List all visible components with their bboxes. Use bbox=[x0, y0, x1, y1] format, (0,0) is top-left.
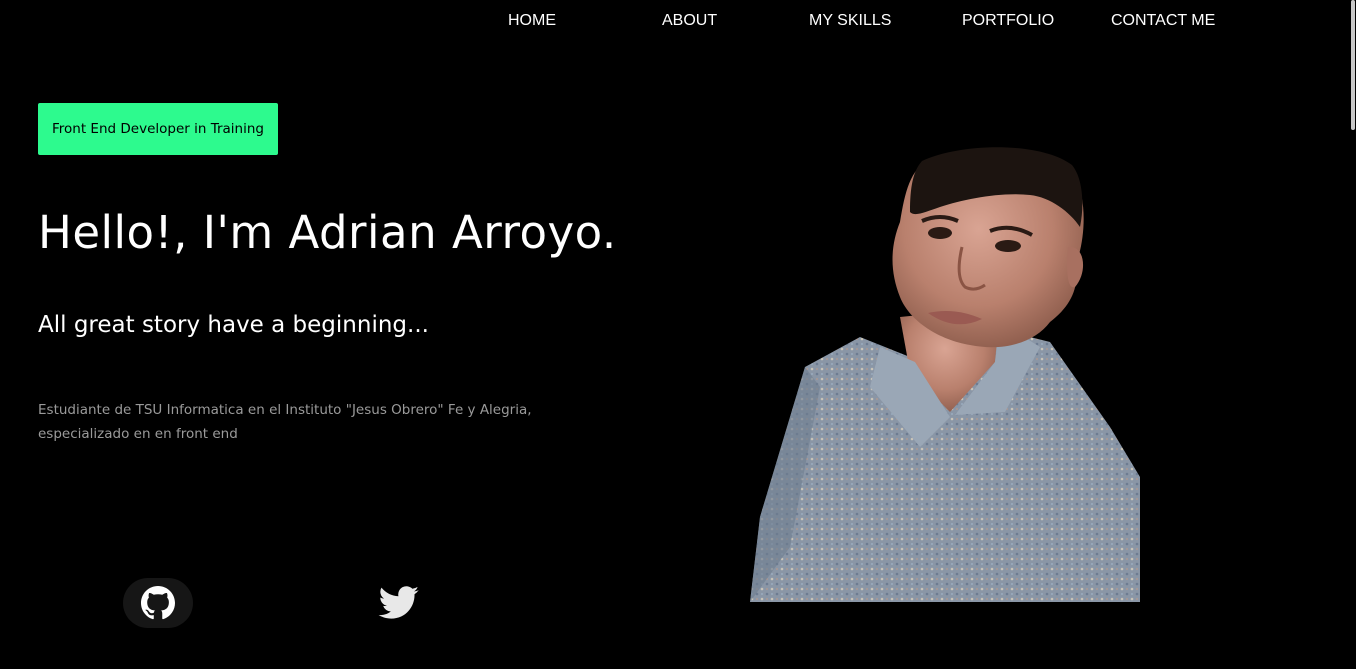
top-nav: HOME ABOUT MY SKILLS PORTFOLIO CONTACT M… bbox=[450, 0, 1250, 44]
description-line-2: especializado en en front end bbox=[38, 426, 238, 442]
hero-tagline: All great story have a beginning... bbox=[38, 312, 429, 338]
github-icon bbox=[141, 586, 175, 620]
role-badge-button[interactable]: Front End Developer in Training bbox=[38, 103, 278, 155]
twitter-icon bbox=[378, 586, 419, 619]
nav-home[interactable]: HOME bbox=[508, 12, 556, 30]
nav-about[interactable]: ABOUT bbox=[662, 12, 717, 30]
profile-photo bbox=[750, 147, 1140, 602]
twitter-link[interactable] bbox=[376, 586, 422, 620]
nav-portfolio[interactable]: PORTFOLIO bbox=[962, 12, 1054, 30]
scrollbar-thumb[interactable] bbox=[1351, 0, 1355, 130]
nav-contact-me[interactable]: CONTACT ME bbox=[1111, 12, 1215, 30]
hero-description: Estudiante de TSU Informatica en el Inst… bbox=[38, 398, 598, 446]
scrollbar[interactable] bbox=[1350, 0, 1356, 669]
nav-my-skills[interactable]: MY SKILLS bbox=[809, 12, 891, 30]
description-line-1: Estudiante de TSU Informatica en el Inst… bbox=[38, 402, 532, 418]
github-link[interactable] bbox=[123, 578, 193, 628]
hero-headline: Hello!, I'm Adrian Arroyo. bbox=[38, 206, 617, 259]
page: HOME ABOUT MY SKILLS PORTFOLIO CONTACT M… bbox=[0, 0, 1356, 669]
